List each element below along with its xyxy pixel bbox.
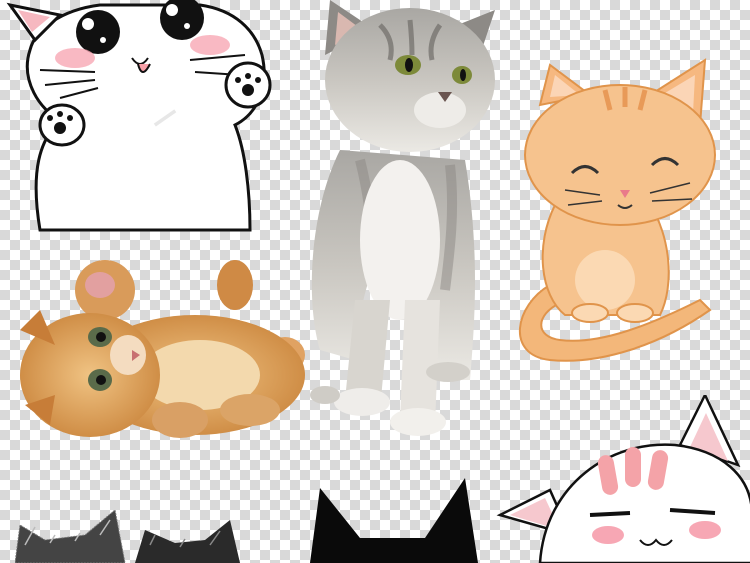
fluffy-black-kitten-head-top [15,509,240,563]
black-cat-silhouette-head-top [310,478,478,563]
cartoon-white-cat-waving [6,0,272,232]
orange-kitten-lying-on-back [20,260,305,438]
grey-tabby-kitten-standing [310,0,495,436]
cat-collage-canvas: — [0,0,750,563]
orange-cartoon-cat-sitting [519,58,716,362]
cartoon-white-cat-peeking [496,395,750,563]
